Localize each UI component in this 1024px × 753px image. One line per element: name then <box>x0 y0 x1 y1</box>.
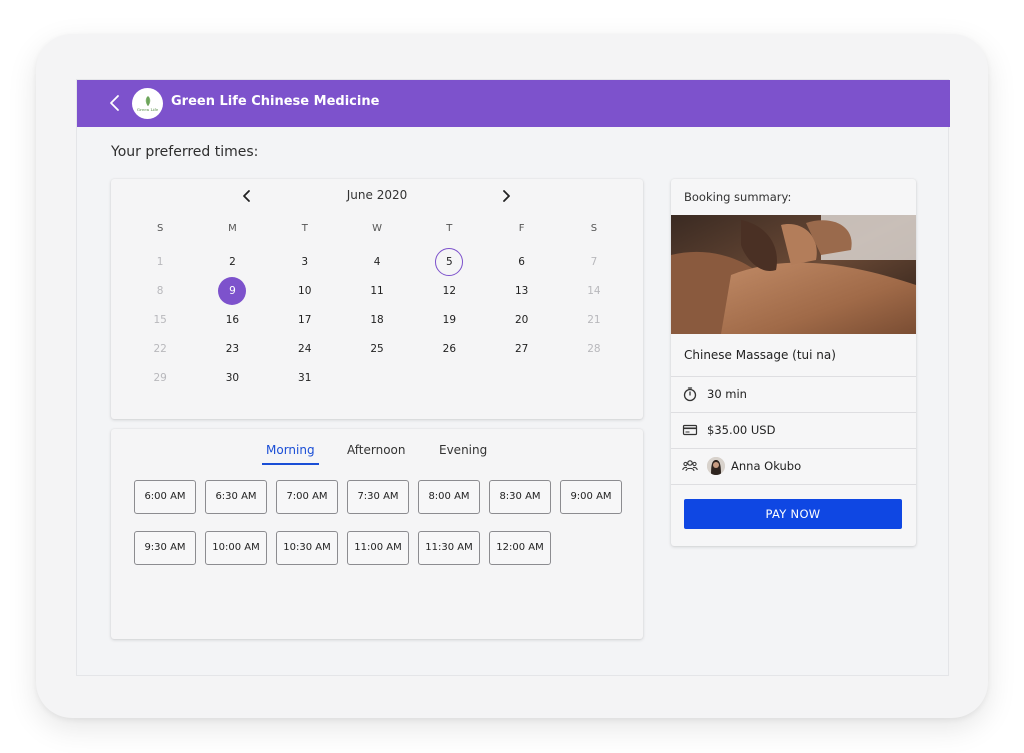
service-name: Chinese Massage (tui na) <box>684 348 836 362</box>
booking-summary-card: Booking summary: Chinese Massage (tui na… <box>671 179 916 546</box>
logo-text: Green Life <box>136 107 159 112</box>
calendar-day[interactable]: 4 <box>341 248 413 277</box>
massage-photo <box>671 215 916 334</box>
calendar-day: 22 <box>153 343 167 355</box>
weekday-label: T <box>446 223 453 234</box>
calendar-day[interactable]: 19 <box>413 306 485 335</box>
calendar-day[interactable]: 2 <box>196 248 268 277</box>
booking-screen: Green Life Green Life Chinese Medicine Y… <box>76 79 950 676</box>
calendar-day[interactable]: 25 <box>341 335 413 364</box>
calendar-day: 14 <box>587 285 601 297</box>
divider <box>671 412 916 413</box>
calendar-day[interactable]: 31 <box>269 364 341 393</box>
calendar-day-selected[interactable]: 9 <box>196 277 268 306</box>
calendar-card: June 2020 S M T W T F S 1 2 3 4 5 6 7 8 … <box>111 179 643 419</box>
time-slot-button[interactable]: 8:00 AM <box>418 480 480 514</box>
clinic-logo: Green Life <box>132 88 163 119</box>
app-header: Green Life Green Life Chinese Medicine <box>77 80 950 127</box>
calendar-day: 7 <box>590 256 598 268</box>
time-slot-button[interactable]: 7:30 AM <box>347 480 409 514</box>
leaf-icon <box>145 96 150 106</box>
time-slot-button[interactable]: 6:00 AM <box>134 480 196 514</box>
calendar-day: 15 <box>153 314 167 326</box>
calendar-day[interactable]: 23 <box>196 335 268 364</box>
chevron-right-icon[interactable] <box>498 188 514 204</box>
calendar-grid: S M T W T F S 1 2 3 4 5 6 7 8 9 10 11 12… <box>124 219 630 393</box>
clinic-name: Green Life Chinese Medicine <box>171 94 380 109</box>
duration-row: 30 min <box>682 384 747 404</box>
staff-row: Anna Okubo <box>682 456 801 476</box>
calendar-day-today[interactable]: 5 <box>413 248 485 277</box>
calendar-day[interactable]: 12 <box>413 277 485 306</box>
calendar-day[interactable]: 27 <box>485 335 557 364</box>
calendar-day: 1 <box>156 256 164 268</box>
divider <box>671 376 916 377</box>
calendar-day[interactable]: 17 <box>269 306 341 335</box>
calendar-day[interactable]: 10 <box>269 277 341 306</box>
time-slot-button[interactable]: 10:00 AM <box>205 531 267 565</box>
weekday-label: S <box>590 223 598 234</box>
tab-evening[interactable]: Evening <box>439 443 487 465</box>
calendar-day[interactable]: 16 <box>196 306 268 335</box>
calendar-day[interactable]: 18 <box>341 306 413 335</box>
back-arrow-icon[interactable] <box>105 92 127 114</box>
group-icon <box>682 460 698 472</box>
month-navigation: June 2020 <box>111 185 643 207</box>
calendar-day[interactable]: 20 <box>485 306 557 335</box>
summary-title: Booking summary: <box>684 190 792 204</box>
time-slot-card: Morning Afternoon Evening 6:00 AM 6:30 A… <box>111 429 643 639</box>
calendar-day: 8 <box>156 285 164 297</box>
timer-icon <box>683 387 697 402</box>
staff-avatar <box>707 457 725 475</box>
time-slot-button[interactable]: 7:00 AM <box>276 480 338 514</box>
pay-now-button[interactable]: PAY NOW <box>684 499 902 529</box>
time-slot-button[interactable]: 8:30 AM <box>489 480 551 514</box>
calendar-day[interactable]: 26 <box>413 335 485 364</box>
time-slot-button[interactable]: 9:00 AM <box>560 480 622 514</box>
time-slot-button[interactable]: 11:30 AM <box>418 531 480 565</box>
time-slot-button[interactable]: 6:30 AM <box>205 480 267 514</box>
duration-value: 30 min <box>707 387 747 401</box>
time-slot-button[interactable]: 9:30 AM <box>134 531 196 565</box>
calendar-day[interactable]: 13 <box>485 277 557 306</box>
time-slot-button[interactable]: 11:00 AM <box>347 531 409 565</box>
calendar-day: 29 <box>153 372 167 384</box>
tab-morning[interactable]: Morning <box>262 443 319 465</box>
weekday-label: W <box>372 223 382 234</box>
credit-card-icon <box>682 424 698 436</box>
tab-afternoon[interactable]: Afternoon <box>347 443 406 465</box>
price-value: $35.00 USD <box>707 423 776 437</box>
weekday-label: F <box>518 223 525 234</box>
divider <box>671 448 916 449</box>
weekday-label: S <box>156 223 164 234</box>
divider <box>671 484 916 485</box>
calendar-day[interactable]: 3 <box>269 248 341 277</box>
calendar-day: 28 <box>587 343 601 355</box>
weekday-label: T <box>301 223 308 234</box>
staff-name: Anna Okubo <box>731 459 802 473</box>
calendar-day[interactable]: 6 <box>485 248 557 277</box>
time-of-day-tabs: Morning Afternoon Evening <box>111 443 643 467</box>
price-row: $35.00 USD <box>682 420 775 440</box>
calendar-day[interactable]: 24 <box>269 335 341 364</box>
month-label: June 2020 <box>346 188 408 202</box>
time-slot-button[interactable]: 10:30 AM <box>276 531 338 565</box>
calendar-day: 21 <box>587 314 601 326</box>
calendar-day[interactable]: 11 <box>341 277 413 306</box>
weekday-label: M <box>228 223 237 234</box>
time-slot-button[interactable]: 12:00 AM <box>489 531 551 565</box>
section-title: Your preferred times: <box>111 144 259 160</box>
calendar-day[interactable]: 30 <box>196 364 268 393</box>
